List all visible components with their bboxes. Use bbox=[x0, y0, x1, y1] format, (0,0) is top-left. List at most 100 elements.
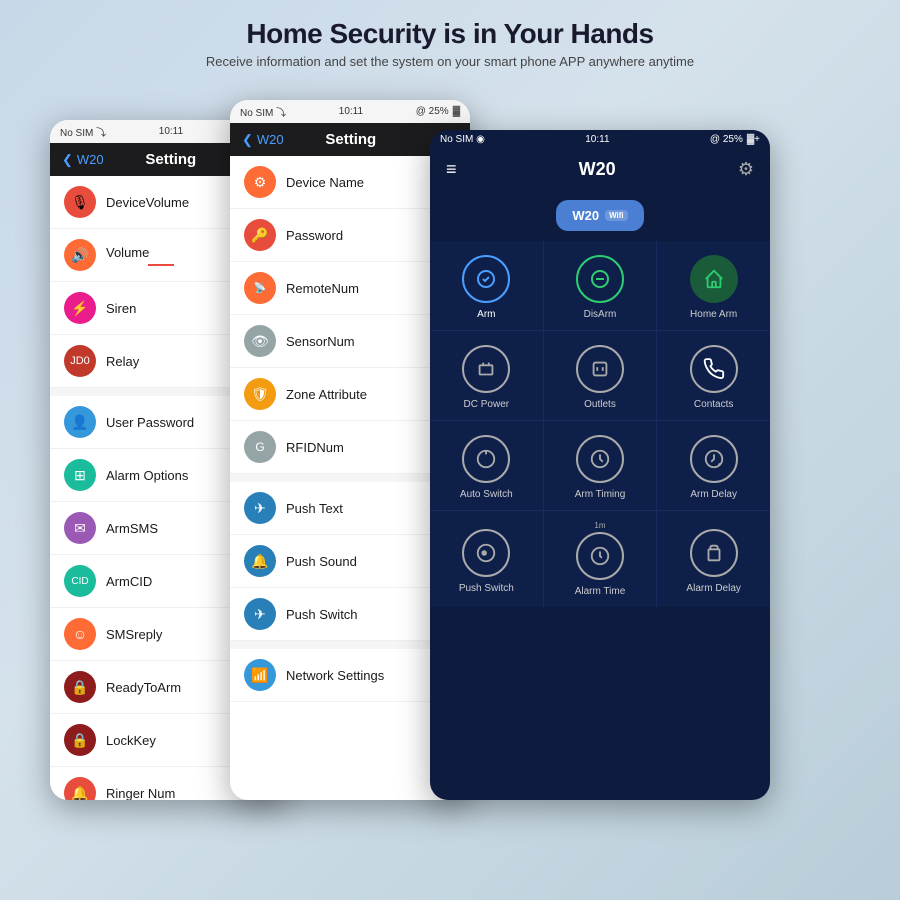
password-label: Password bbox=[286, 228, 343, 243]
arm-button[interactable]: Arm bbox=[430, 241, 543, 330]
arm-icon bbox=[462, 255, 510, 303]
push-sound-icon: 🔔 bbox=[244, 545, 276, 577]
arm-timing-icon bbox=[576, 435, 624, 483]
auto-switch-button[interactable]: Auto Switch bbox=[430, 421, 543, 510]
rfid-num-icon: G bbox=[244, 431, 276, 463]
device-volume-label: DeviceVolume bbox=[106, 195, 189, 210]
arm-timing-label: Arm Timing bbox=[575, 489, 626, 500]
dc-power-icon bbox=[462, 345, 510, 393]
contacts-button[interactable]: Contacts bbox=[657, 331, 770, 420]
push-switch-icon bbox=[462, 529, 510, 577]
screen1-sim: No SIM ⤵ bbox=[60, 124, 106, 139]
arm-sms-icon: ✉ bbox=[64, 512, 96, 544]
screen2-sim: No SIM ⤵ bbox=[240, 104, 286, 119]
app-header: ≡ W20 ⚙ bbox=[430, 149, 770, 190]
zone-attr-label: Zone Attribute bbox=[286, 387, 367, 402]
screen3-sim: No SIM ◉ bbox=[440, 134, 485, 145]
alarm-time-label: Alarm Time bbox=[575, 586, 626, 597]
auto-switch-icon bbox=[462, 435, 510, 483]
alarm-options-label: Alarm Options bbox=[106, 468, 188, 483]
page-title: Home Security is in Your Hands bbox=[0, 18, 900, 50]
wifi-badge: Wifi bbox=[605, 210, 628, 221]
app-grid: Arm DisArm Home Arm bbox=[430, 241, 770, 607]
lock-key-label: LockKey bbox=[106, 733, 156, 748]
zone-attr-icon: 🛡 bbox=[244, 378, 276, 410]
arm-delay-button[interactable]: Arm Delay bbox=[657, 421, 770, 510]
device-name-label: Device Name bbox=[286, 175, 364, 190]
page-subtitle: Receive information and set the system o… bbox=[0, 54, 900, 69]
dc-power-label: DC Power bbox=[464, 399, 510, 410]
ready-to-arm-icon: 🔒 bbox=[64, 671, 96, 703]
password-icon: 🔑 bbox=[244, 219, 276, 251]
network-settings-icon: 📶 bbox=[244, 659, 276, 691]
push-switch-button[interactable]: Push Switch bbox=[430, 511, 543, 607]
ringer-num-label: Ringer Num bbox=[106, 786, 175, 801]
sms-reply-icon: ☺ bbox=[64, 618, 96, 650]
arm-cid-label: ArmCID bbox=[106, 574, 152, 589]
outlets-button[interactable]: Outlets bbox=[544, 331, 657, 420]
page-header: Home Security is in Your Hands Receive i… bbox=[0, 18, 900, 69]
screen2-nav-title: Setting bbox=[284, 131, 418, 148]
screen2-back-button[interactable]: ❮ W20 bbox=[242, 132, 284, 148]
relay-label: Relay bbox=[106, 354, 139, 369]
app-title: W20 bbox=[579, 159, 616, 180]
push-switch-label: Push Switch bbox=[459, 583, 514, 594]
settings-gear-icon[interactable]: ⚙ bbox=[738, 159, 754, 180]
menu-button[interactable]: ≡ bbox=[446, 159, 457, 180]
alarm-options-icon: ⊞ bbox=[64, 459, 96, 491]
home-arm-icon bbox=[690, 255, 738, 303]
device-badge-name: W20 bbox=[572, 208, 599, 223]
network-settings-label: Network Settings bbox=[286, 668, 384, 683]
siren-icon: ⚡ bbox=[64, 292, 96, 324]
alarm-time-badge: 1m bbox=[594, 521, 605, 530]
device-name-icon: ⚙ bbox=[244, 166, 276, 198]
remote-num-icon: 📡 bbox=[244, 272, 276, 304]
screen3-time: 10:11 bbox=[585, 134, 609, 145]
user-password-label: User Password bbox=[106, 415, 194, 430]
device-volume-icon: 🎙 bbox=[64, 186, 96, 218]
screen1-back-button[interactable]: ❮ W20 bbox=[62, 152, 104, 168]
screen2-battery: @ 25% ▓ bbox=[416, 106, 460, 117]
alarm-time-button[interactable]: 1m Alarm Time bbox=[544, 511, 657, 607]
push-text-label: Push Text bbox=[286, 501, 343, 516]
outlets-icon bbox=[576, 345, 624, 393]
ready-to-arm-label: ReadyToArm bbox=[106, 680, 181, 695]
screen1-nav-title: Setting bbox=[104, 151, 238, 168]
screen3-statusbar: No SIM ◉ 10:11 @ 25% ▓+ bbox=[430, 130, 770, 149]
volume-indicator bbox=[148, 264, 174, 266]
screen2-time: 10:11 bbox=[339, 106, 363, 117]
alarm-time-icon bbox=[576, 532, 624, 580]
siren-label: Siren bbox=[106, 301, 136, 316]
disarm-button[interactable]: DisArm bbox=[544, 241, 657, 330]
volume-label: Volume bbox=[106, 245, 149, 260]
auto-switch-label: Auto Switch bbox=[460, 489, 513, 500]
dc-power-button[interactable]: DC Power bbox=[430, 331, 543, 420]
remote-num-label: RemoteNum bbox=[286, 281, 359, 296]
screen2-statusbar: No SIM ⤵ 10:11 @ 25% ▓ bbox=[230, 100, 470, 123]
screen3: No SIM ◉ 10:11 @ 25% ▓+ ≡ W20 ⚙ W20 Wifi bbox=[430, 130, 770, 800]
alarm-delay-button[interactable]: Alarm Delay bbox=[657, 511, 770, 607]
device-badge-container: W20 Wifi bbox=[430, 190, 770, 241]
arm-sms-label: ArmSMS bbox=[106, 521, 158, 536]
push-sound-label: Push Sound bbox=[286, 554, 357, 569]
device-badge: W20 Wifi bbox=[556, 200, 643, 231]
ringer-num-icon: 🔔 bbox=[64, 777, 96, 800]
home-arm-button[interactable]: Home Arm bbox=[657, 241, 770, 330]
arm-timing-button[interactable]: Arm Timing bbox=[544, 421, 657, 510]
lock-key-icon: 🔒 bbox=[64, 724, 96, 756]
arm-label: Arm bbox=[477, 309, 495, 320]
screen1-time: 10:11 bbox=[159, 126, 183, 137]
volume-icon: 🔊 bbox=[64, 239, 96, 271]
relay-icon: JD0 bbox=[64, 345, 96, 377]
disarm-icon bbox=[576, 255, 624, 303]
push-text-icon: ✈ bbox=[244, 492, 276, 524]
screens-container: No SIM ⤵ 10:11 @ 26% ▓ ❮ W20 Setting 🎙 D… bbox=[50, 100, 850, 870]
arm-cid-icon: CID bbox=[64, 565, 96, 597]
outlets-label: Outlets bbox=[584, 399, 616, 410]
contacts-label: Contacts bbox=[694, 399, 733, 410]
rfid-num-label: RFIDNum bbox=[286, 440, 344, 455]
push-switch-icon: ✈ bbox=[244, 598, 276, 630]
arm-delay-label: Arm Delay bbox=[690, 489, 737, 500]
alarm-delay-icon bbox=[690, 529, 738, 577]
push-switch-label: Push Switch bbox=[286, 607, 358, 622]
